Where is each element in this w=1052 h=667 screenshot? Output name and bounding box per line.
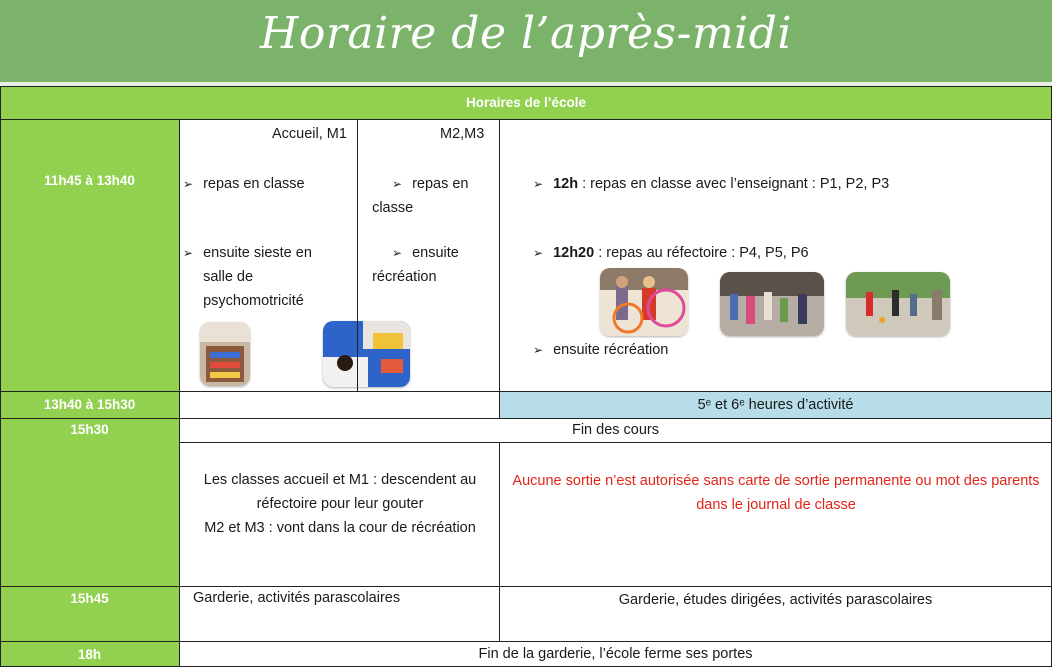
schedule-table: Horaires de l’école 11h45 à 13h40 13h40 … [0, 86, 1052, 667]
table-border [0, 391, 1052, 392]
time-label: 13h40 à 15h30 [43, 397, 136, 412]
time-cell: 13h40 à 15h30 [0, 391, 179, 418]
snack-note: Les classes accueil et M1 : descendent a… [203, 472, 477, 536]
activity-hours: 5ᵉ et 6ᵉ heures d’activité [697, 396, 854, 413]
table-border [0, 86, 1, 667]
time-label: 15h45 [70, 591, 109, 606]
time-label: 11h45 à 13h40 [44, 173, 135, 188]
table-border [179, 442, 1052, 443]
arrow-bullet-icon: ➢ [533, 343, 544, 357]
arrow-bullet-icon: ➢ [183, 246, 194, 260]
time-label: 18h [77, 646, 102, 662]
list-item: ➢ 12h20 : repas au réfectoire : P4, P5, … [533, 241, 1033, 265]
garderie-primaire: Garderie, études dirigées, activités par… [618, 592, 933, 608]
table-border [0, 586, 1052, 587]
activity-hours-cell: 5ᵉ et 6ᵉ heures d’activité [499, 391, 1052, 418]
closing-note: Fin de la garderie, l’école ferme ses po… [478, 646, 753, 662]
arrow-bullet-icon: ➢ [533, 177, 544, 191]
courtyard-children-photo [720, 272, 824, 336]
end-of-classes-cell: Fin des cours [179, 418, 1052, 442]
table-border [0, 418, 1052, 419]
time-cell: 15h30 [0, 418, 179, 586]
nap-room-photo [200, 322, 250, 386]
table-border [0, 86, 1052, 87]
list-item: ➢ repas en classe [360, 172, 490, 220]
table-border [357, 119, 358, 391]
playground-hoops-photo [600, 268, 688, 336]
schoolyard-play-photo [846, 272, 950, 336]
table-border [499, 442, 500, 641]
garderie-maternelle: Garderie, activités parascolaires [193, 590, 401, 606]
nap-mats-photo [323, 321, 410, 387]
title-banner: Horaire de l’après-midi [0, 0, 1052, 86]
list-item: ➢ 12h : repas en classe avec l’enseignan… [533, 172, 1033, 196]
list-item: ➢ ensuite sieste en salle de psychomotri… [183, 241, 343, 313]
arrow-bullet-icon: ➢ [533, 246, 544, 260]
end-of-classes: Fin des cours [571, 422, 660, 438]
arrow-bullet-icon: ➢ [183, 177, 194, 191]
page-title: Horaire de l’après-midi [260, 8, 792, 59]
list-item: ➢ repas en classe [183, 172, 353, 196]
table-border [0, 119, 1052, 120]
col-a-title: Accueil, M1 [272, 126, 347, 142]
exit-warning: Aucune sortie n’est autorisée sans carte… [512, 473, 1040, 513]
time-cell: 15h45 [0, 586, 179, 641]
table-header: Horaires de l’école [0, 86, 1052, 119]
list-item: ➢ ensuite récréation [360, 241, 490, 289]
table-border [179, 119, 180, 667]
table-border [499, 119, 500, 418]
table-border [0, 641, 1052, 642]
col-b-title: M2,M3 [440, 126, 485, 142]
time-cell: 11h45 à 13h40 [0, 119, 179, 391]
list-item: ➢ ensuite récréation [533, 338, 833, 362]
time-label: 15h30 [70, 422, 109, 437]
time-cell: 18h [0, 641, 179, 667]
table-header-label: Horaires de l’école [465, 95, 587, 110]
